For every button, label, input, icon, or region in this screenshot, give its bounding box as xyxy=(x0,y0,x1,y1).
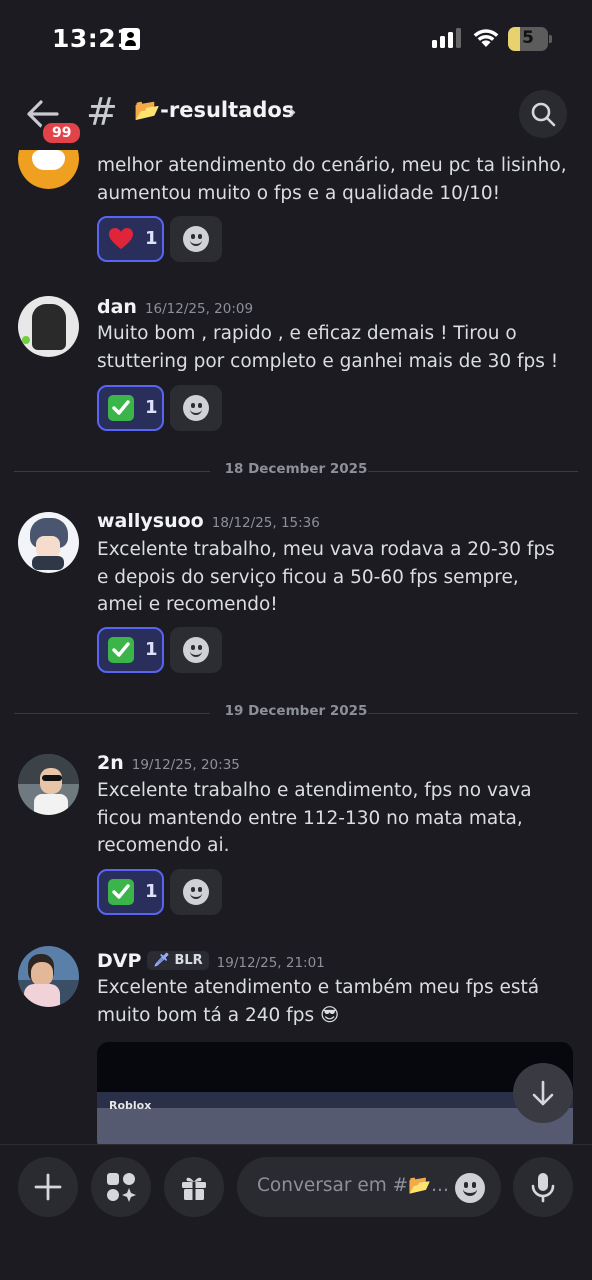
date-divider-label: 19 December 2025 xyxy=(224,703,368,719)
image-attachment[interactable]: Roblox xyxy=(97,1042,573,1144)
unread-badge: 99 xyxy=(40,120,84,146)
arrow-down-icon xyxy=(532,1080,554,1106)
check-mark-icon xyxy=(108,395,134,421)
battery-tip xyxy=(549,35,552,43)
reaction-count: 1 xyxy=(145,397,158,418)
message-timestamp: 19/12/25, 20:35 xyxy=(131,757,240,773)
reaction-check[interactable]: 1 xyxy=(97,627,164,673)
sword-icon: 🗡 xyxy=(153,953,170,968)
message-timestamp: 18/12/25, 15:36 xyxy=(211,515,320,531)
battery-icon: 5 xyxy=(508,27,548,51)
message-author[interactable]: dan 16/12/25, 20:09 xyxy=(97,296,253,318)
search-button[interactable] xyxy=(519,90,567,138)
avatar[interactable] xyxy=(18,512,79,573)
battery-level: 5 xyxy=(522,28,534,48)
author-name: dan xyxy=(97,296,137,318)
message-content: Excelente atendimento e também meu fps e… xyxy=(97,977,540,1026)
smiley-icon xyxy=(183,879,209,905)
message-author[interactable]: 2n 19/12/25, 20:35 xyxy=(97,752,240,774)
channel-hash-icon: # xyxy=(86,90,118,134)
apps-button[interactable] xyxy=(91,1157,151,1217)
plus-icon xyxy=(34,1173,62,1201)
message-timestamp: 16/12/25, 20:09 xyxy=(144,301,254,317)
author-name: 2n xyxy=(97,752,124,774)
message-content: Excelente trabalho e atendimento, fps no… xyxy=(97,780,532,856)
add-reaction-button[interactable] xyxy=(170,216,222,262)
microphone-icon xyxy=(531,1173,555,1203)
add-reaction-button[interactable] xyxy=(170,385,222,431)
message-input-placeholder: Conversar em #📂... xyxy=(257,1175,449,1196)
reaction-heart[interactable]: 1 xyxy=(97,216,164,262)
avatar[interactable] xyxy=(18,946,79,1007)
check-mark-icon xyxy=(108,879,134,905)
message-composer: Conversar em #📂... xyxy=(0,1144,592,1280)
reaction-count: 1 xyxy=(145,881,158,902)
status-bar: 13:21 5 xyxy=(0,0,592,80)
apps-icon xyxy=(107,1173,136,1202)
message-list[interactable]: melhor atendimento do cenário, meu pc ta… xyxy=(0,150,592,1144)
channel-title[interactable]: 📂-resultados xyxy=(134,98,294,123)
date-divider: 19 December 2025 xyxy=(14,703,578,723)
voice-message-button[interactable] xyxy=(513,1157,573,1217)
reaction-count: 1 xyxy=(145,228,158,249)
jump-to-bottom-button[interactable] xyxy=(513,1063,573,1123)
message-timestamp: 19/12/25, 21:01 xyxy=(216,955,325,971)
author-name: wallysuoo xyxy=(97,510,204,532)
chevron-right-icon[interactable]: › xyxy=(288,100,297,125)
author-name: DVP xyxy=(97,950,142,972)
reaction-count: 1 xyxy=(145,639,158,660)
message-author[interactable]: DVP 🗡 BLR 19/12/25, 21:01 xyxy=(97,950,325,972)
search-icon xyxy=(531,102,556,127)
cellular-signal-icon xyxy=(432,28,462,48)
add-attachment-button[interactable] xyxy=(18,1157,78,1217)
gift-button[interactable] xyxy=(164,1157,224,1217)
smiley-icon xyxy=(183,395,209,421)
id-card-icon xyxy=(121,28,140,50)
message-content: Muito bom , rapido , e eficaz demais ! T… xyxy=(97,323,559,372)
check-mark-icon xyxy=(108,637,134,663)
avatar[interactable] xyxy=(18,296,79,357)
smiley-icon xyxy=(183,637,209,663)
gift-icon xyxy=(182,1177,206,1200)
message-author[interactable]: wallysuoo 18/12/25, 15:36 xyxy=(97,510,320,532)
message-input[interactable]: Conversar em #📂... xyxy=(237,1157,501,1217)
reaction-check[interactable]: 1 xyxy=(97,869,164,915)
attachment-label: Roblox xyxy=(109,1099,152,1112)
add-reaction-button[interactable] xyxy=(170,869,222,915)
channel-header: 99 # 📂-resultados › xyxy=(0,80,592,150)
heart-icon xyxy=(109,228,133,249)
guild-tag: BLR xyxy=(174,953,203,968)
message-content: melhor atendimento do cenário, meu pc ta… xyxy=(97,155,567,204)
date-divider-label: 18 December 2025 xyxy=(224,461,368,477)
add-reaction-button[interactable] xyxy=(170,627,222,673)
wifi-icon xyxy=(473,29,499,47)
emoji-picker-icon[interactable] xyxy=(455,1173,485,1203)
avatar[interactable] xyxy=(18,150,79,189)
date-divider: 18 December 2025 xyxy=(14,461,578,481)
message-content: Excelente trabalho, meu vava rodava a 20… xyxy=(97,539,555,615)
guild-tag-badge[interactable]: 🗡 BLR xyxy=(147,951,209,970)
reaction-check[interactable]: 1 xyxy=(97,385,164,431)
smiley-icon xyxy=(183,226,209,252)
avatar[interactable] xyxy=(18,754,79,815)
